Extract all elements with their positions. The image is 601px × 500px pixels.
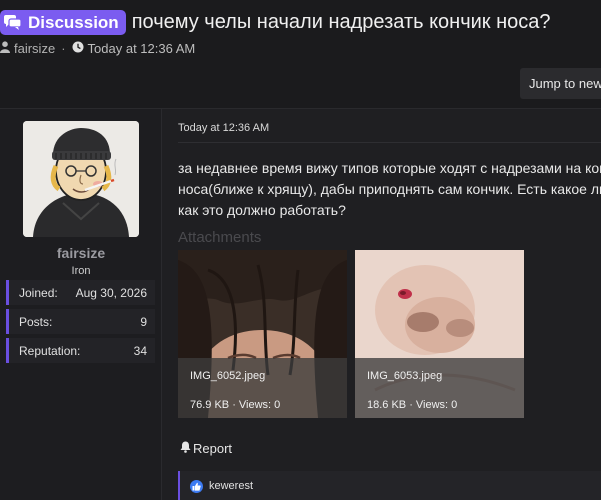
chat-bubbles-icon <box>3 14 22 31</box>
attachment-meta: 18.6 KB · Views: 0 <box>367 399 458 411</box>
stat-label: Posts: <box>19 314 53 329</box>
stat-reputation: Reputation: 34 <box>6 338 155 363</box>
stat-label: Joined: <box>19 285 58 300</box>
prefix-label: Discussion <box>28 12 119 32</box>
attachments-heading: Attachments <box>178 229 262 246</box>
reactions-bar[interactable]: kewerest <box>178 471 601 500</box>
post-user-cell: fairsize Iron Joined: Aug 30, 2026 Posts… <box>0 109 162 500</box>
stat-posts: Posts: 9 <box>6 309 155 334</box>
report-label: Report <box>193 441 233 456</box>
avatar[interactable] <box>23 121 139 237</box>
thread-meta: fairsize · Today at 12:36 AM <box>0 41 195 56</box>
thread-title: почему челы начали надрезать кончик носа… <box>131 11 551 33</box>
attachment-filename[interactable]: IMG_6053.jpeg <box>367 370 442 382</box>
user-icon <box>0 41 10 56</box>
post: fairsize Iron Joined: Aug 30, 2026 Posts… <box>0 108 601 500</box>
thread-date-link[interactable]: Today at 12:36 AM <box>88 41 196 56</box>
post-message: Today at 12:36 AM за недавнее время вижу… <box>163 109 601 500</box>
attachment-filename[interactable]: IMG_6052.jpeg <box>190 370 265 382</box>
stat-label: Reputation: <box>19 343 81 358</box>
reaction-user[interactable]: kewerest <box>209 480 253 492</box>
thumbs-up-icon <box>190 479 203 493</box>
post-body-line: за недавнее время вижу типов которые ход… <box>178 160 601 176</box>
post-divider <box>178 142 601 143</box>
attachment-caption: IMG_6053.jpeg 18.6 KB · Views: 0 <box>355 358 524 418</box>
post-body-line: как это должно работать? <box>178 202 346 218</box>
clock-icon <box>72 41 84 56</box>
attachment-thumbnail[interactable]: IMG_6052.jpeg 76.9 KB · Views: 0 <box>178 250 347 418</box>
post-date-link[interactable]: Today at 12:36 AM <box>178 122 269 134</box>
stat-value: Aug 30, 2026 <box>75 285 147 300</box>
post-user-title: Iron <box>71 265 91 277</box>
stat-value: 34 <box>133 343 147 358</box>
bell-icon <box>180 441 191 456</box>
stat-joined: Joined: Aug 30, 2026 <box>6 280 155 305</box>
report-link[interactable]: Report <box>180 441 232 456</box>
prefix-badge[interactable]: Discussion <box>0 10 126 35</box>
post-body: за недавнее время вижу типов которые ход… <box>178 158 601 221</box>
attachment-thumbnail[interactable]: IMG_6053.jpeg 18.6 KB · Views: 0 <box>355 250 524 418</box>
thread-title-row: Discussion почему челы начали надрезать … <box>0 10 551 35</box>
attachment-meta: 76.9 KB · Views: 0 <box>190 399 281 411</box>
thread-author-link[interactable]: fairsize <box>14 41 55 56</box>
attachment-caption: IMG_6052.jpeg 76.9 KB · Views: 0 <box>178 358 347 418</box>
thread-header: Discussion почему челы начали надрезать … <box>0 0 601 108</box>
stat-value: 9 <box>140 314 147 329</box>
post-body-line: носа(ближе к хрящу), дабы приподнять сам… <box>178 181 601 197</box>
meta-separator: · <box>61 41 66 56</box>
jump-to-new-button[interactable]: Jump to new <box>520 68 601 99</box>
post-username[interactable]: fairsize <box>0 245 162 261</box>
